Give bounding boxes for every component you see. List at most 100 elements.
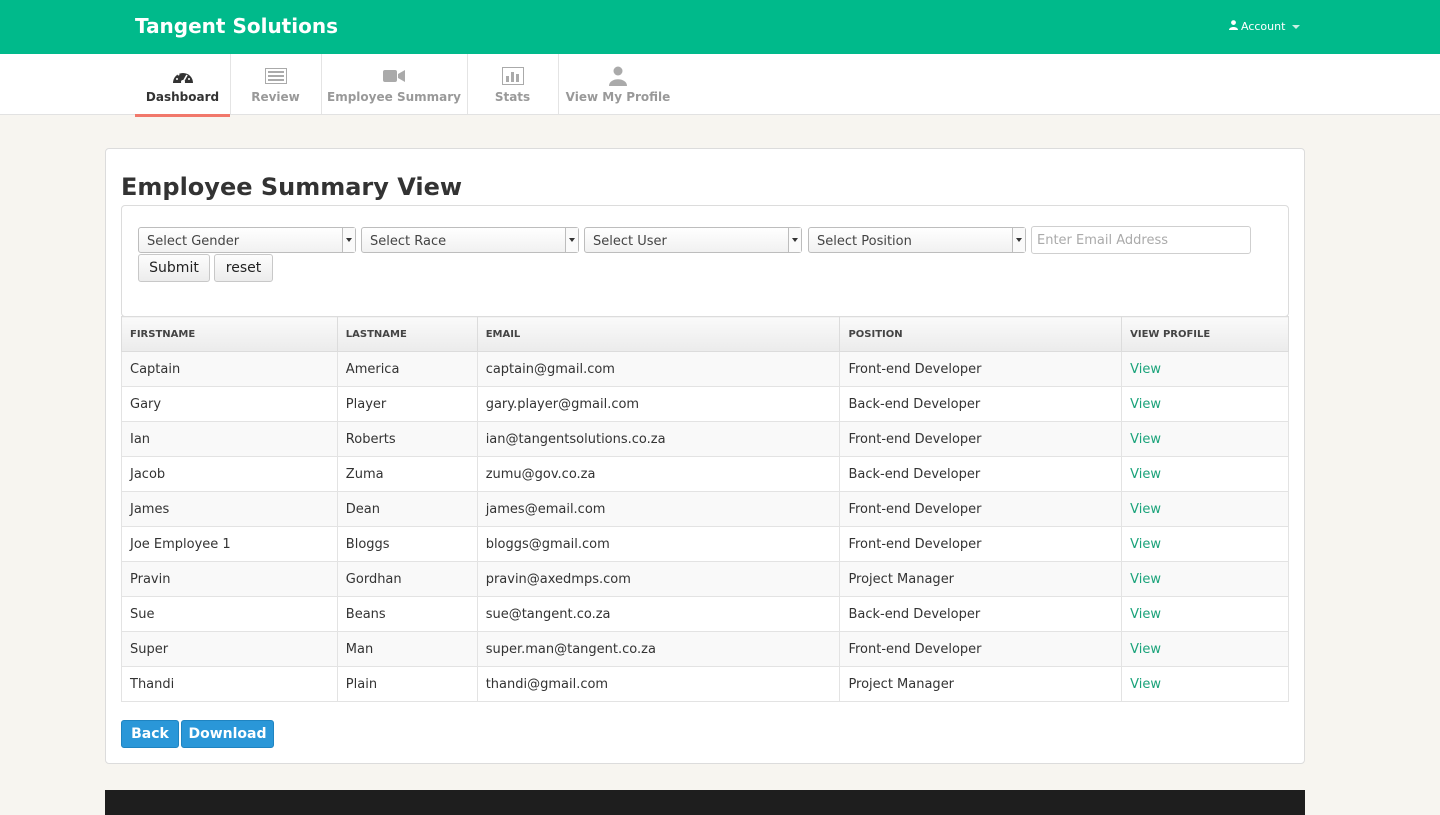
email-cell: super.man@tangent.co.za bbox=[476, 631, 841, 667]
email-cell: gary.player@gmail.com bbox=[476, 386, 841, 422]
lastname-cell: Zuma bbox=[336, 456, 478, 492]
email-cell: james@email.com bbox=[476, 491, 841, 527]
chevron-down-icon bbox=[788, 228, 801, 252]
tab-stats[interactable]: Stats bbox=[467, 54, 559, 114]
email-field[interactable] bbox=[1031, 226, 1251, 254]
view-profile-cell: View bbox=[1121, 421, 1289, 457]
position-cell: Front-end Developer bbox=[839, 421, 1123, 457]
filter-form: Select Gender Select Race Select User Se… bbox=[121, 205, 1289, 317]
lastname-cell: Bloggs bbox=[336, 526, 478, 562]
view-profile-cell: View bbox=[1121, 631, 1289, 667]
column-header-view-profile[interactable]: VIEW PROFILE bbox=[1121, 316, 1289, 352]
table-row: Pravin Gordhan pravin@axedmps.com Project M… bbox=[121, 561, 1289, 597]
position-cell: Back-end Developer bbox=[839, 386, 1123, 422]
firstname-cell: Joe Employee 1 bbox=[121, 526, 338, 562]
tab-employee-summary[interactable]: Employee Summary bbox=[321, 54, 468, 114]
employee-table: FIRSTNAME LASTNAME EMAIL POSITION VIEW P… bbox=[121, 316, 1289, 702]
lastname-cell: Roberts bbox=[336, 421, 478, 457]
tab-view-my-profile[interactable]: View My Profile bbox=[558, 54, 678, 114]
back-button[interactable]: Back bbox=[121, 720, 179, 748]
account-menu[interactable]: Account bbox=[1229, 20, 1301, 33]
lastname-cell: Dean bbox=[336, 491, 478, 527]
view-profile-link[interactable]: View bbox=[1130, 397, 1161, 412]
position-cell: Front-end Developer bbox=[839, 351, 1123, 387]
user-icon bbox=[609, 66, 627, 86]
view-profile-link[interactable]: View bbox=[1130, 677, 1161, 692]
view-profile-cell: View bbox=[1121, 351, 1289, 387]
table-row: Super Man super.man@tangent.co.za Front-end… bbox=[121, 631, 1289, 667]
view-profile-link[interactable]: View bbox=[1130, 572, 1161, 587]
firstname-cell: Jacob bbox=[121, 456, 338, 492]
user-select[interactable]: Select User bbox=[584, 227, 802, 253]
firstname-cell: Pravin bbox=[121, 561, 338, 597]
view-profile-link[interactable]: View bbox=[1130, 642, 1161, 657]
lastname-cell: Plain bbox=[336, 666, 478, 702]
view-profile-link[interactable]: View bbox=[1130, 362, 1161, 377]
view-profile-link[interactable]: View bbox=[1130, 432, 1161, 447]
chevron-down-icon bbox=[342, 228, 355, 252]
firstname-cell: Super bbox=[121, 631, 338, 667]
email-cell: pravin@axedmps.com bbox=[476, 561, 841, 597]
position-select-value: Select Position bbox=[817, 234, 912, 249]
reset-button[interactable]: reset bbox=[214, 254, 273, 282]
view-profile-cell: View bbox=[1121, 456, 1289, 492]
table-row: Joe Employee 1 Bloggs bloggs@gmail.com Fron… bbox=[121, 526, 1289, 562]
lastname-cell: Player bbox=[336, 386, 478, 422]
tab-dashboard[interactable]: Dashboard bbox=[135, 54, 231, 117]
tab-review[interactable]: Review bbox=[230, 54, 322, 114]
email-cell: zumu@gov.co.za bbox=[476, 456, 841, 492]
user-icon bbox=[1229, 20, 1238, 33]
view-profile-cell: View bbox=[1121, 666, 1289, 702]
email-cell: thandi@gmail.com bbox=[476, 666, 841, 702]
view-profile-cell: View bbox=[1121, 526, 1289, 562]
table-header-row: FIRSTNAME LASTNAME EMAIL POSITION VIEW P… bbox=[121, 316, 1289, 352]
email-cell: captain@gmail.com bbox=[476, 351, 841, 387]
account-label: Account bbox=[1241, 20, 1286, 33]
chevron-down-icon bbox=[565, 228, 578, 252]
view-profile-link[interactable]: View bbox=[1130, 502, 1161, 517]
position-cell: Back-end Developer bbox=[839, 456, 1123, 492]
tab-label: View My Profile bbox=[565, 90, 671, 104]
gender-select-value: Select Gender bbox=[147, 234, 240, 249]
gender-select[interactable]: Select Gender bbox=[138, 227, 356, 253]
table-row: Sue Beans sue@tangent.co.za Back-end Develo… bbox=[121, 596, 1289, 632]
position-cell: Project Manager bbox=[839, 666, 1123, 702]
view-profile-link[interactable]: View bbox=[1130, 537, 1161, 552]
top-header-bar: Tangent Solutions Account bbox=[0, 0, 1440, 54]
table-row: Ian Roberts ian@tangentsolutions.co.za Fron… bbox=[121, 421, 1289, 457]
tab-label: Employee Summary bbox=[327, 90, 461, 104]
main-nav: Dashboard Review Employee Summary Stats … bbox=[0, 54, 1440, 117]
email-cell: ian@tangentsolutions.co.za bbox=[476, 421, 841, 457]
position-select[interactable]: Select Position bbox=[808, 227, 1026, 253]
column-header-email[interactable]: EMAIL bbox=[476, 316, 841, 352]
download-button[interactable]: Download bbox=[181, 720, 274, 748]
brand-title[interactable]: Tangent Solutions bbox=[135, 14, 338, 38]
lastname-cell: America bbox=[336, 351, 478, 387]
tab-label: Stats bbox=[494, 90, 531, 104]
user-select-value: Select User bbox=[593, 234, 667, 249]
dashboard-gauge-icon bbox=[172, 66, 194, 86]
race-select-value: Select Race bbox=[370, 234, 447, 249]
view-profile-link[interactable]: View bbox=[1130, 607, 1161, 622]
tab-label: Dashboard bbox=[145, 90, 220, 104]
view-profile-cell: View bbox=[1121, 561, 1289, 597]
position-cell: Front-end Developer bbox=[839, 491, 1123, 527]
column-header-position[interactable]: POSITION bbox=[839, 316, 1123, 352]
page-title: Employee Summary View bbox=[121, 173, 463, 201]
column-header-lastname[interactable]: LASTNAME bbox=[336, 316, 478, 352]
table-row: Jacob Zuma zumu@gov.co.za Back-end Develope… bbox=[121, 456, 1289, 492]
lastname-cell: Man bbox=[336, 631, 478, 667]
employee-summary-panel: Employee Summary View Select Gender Sele… bbox=[105, 148, 1305, 764]
submit-button[interactable]: Submit bbox=[138, 254, 210, 282]
column-header-firstname[interactable]: FIRSTNAME bbox=[121, 316, 338, 352]
firstname-cell: Captain bbox=[121, 351, 338, 387]
firstname-cell: James bbox=[121, 491, 338, 527]
table-row: James Dean james@email.com Front-end Develo… bbox=[121, 491, 1289, 527]
lastname-cell: Beans bbox=[336, 596, 478, 632]
list-review-icon bbox=[264, 66, 287, 86]
video-camera-icon bbox=[383, 66, 405, 86]
tab-label: Review bbox=[251, 90, 300, 104]
race-select[interactable]: Select Race bbox=[361, 227, 579, 253]
lastname-cell: Gordhan bbox=[336, 561, 478, 597]
view-profile-link[interactable]: View bbox=[1130, 467, 1161, 482]
